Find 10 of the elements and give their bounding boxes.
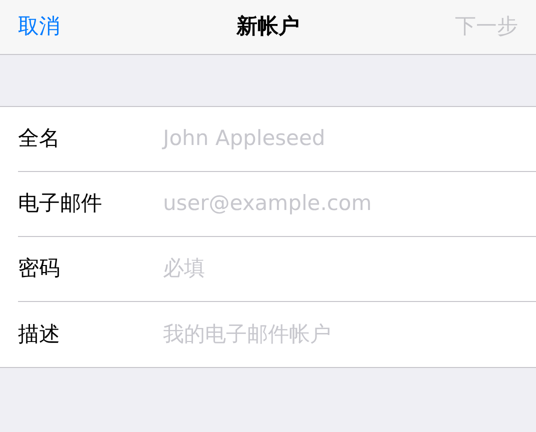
input-field[interactable]: 必填 [163, 253, 518, 285]
input-field[interactable]: user@example.com [163, 188, 518, 220]
window-title: 新帐户 [236, 13, 300, 40]
input-field[interactable]: John Appleseed [163, 123, 518, 155]
field-label: 密码 [18, 255, 61, 282]
field-label: 全名 [18, 125, 61, 152]
field-label: 电子邮件 [18, 190, 103, 218]
field-label: 描述 [18, 320, 61, 348]
input-field[interactable]: 我的电子邮件帐户 [163, 318, 518, 350]
cancel-button[interactable]: 取消 [18, 11, 60, 43]
